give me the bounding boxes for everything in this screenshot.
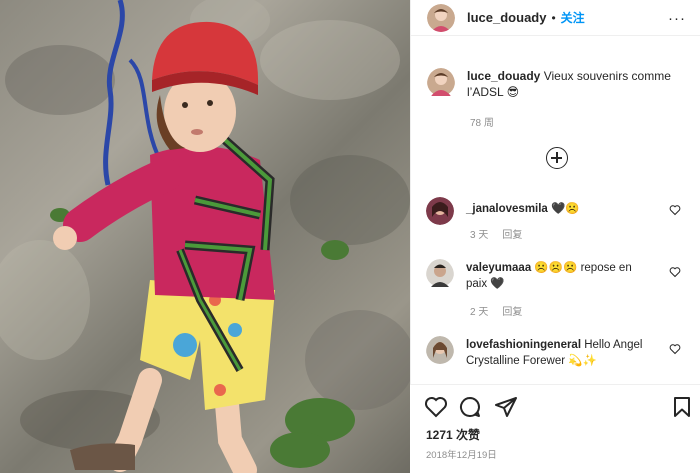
photo-illustration (0, 0, 410, 473)
post-photo[interactable] (0, 0, 410, 473)
heart-icon[interactable] (424, 395, 448, 419)
shorts (140, 280, 275, 410)
comment-text: 🖤☹️ (551, 203, 580, 215)
share-icon[interactable] (494, 395, 518, 419)
likes-count[interactable]: 1271 次赞 (426, 426, 480, 443)
comment-meta: 2 天 回复 (470, 303, 522, 318)
separator: • (551, 10, 556, 25)
commenter-avatar[interactable] (426, 197, 454, 225)
author-username[interactable]: luce_douady (467, 10, 546, 25)
post-header: luce_douady • 关注 ··· (411, 0, 700, 36)
comment-username[interactable]: _janalovesmila (466, 203, 548, 215)
post-actions: 1271 次赞 2018年12月19日 (410, 384, 700, 473)
comment-text-block: _janalovesmila 🖤☹️ (466, 201, 646, 225)
heart-icon[interactable] (669, 343, 681, 355)
caption-avatar[interactable] (427, 68, 455, 100)
comment-text-block: lovefashioningeneral Hello Angel Crystal… (466, 337, 646, 369)
comment-item: _janalovesmila 🖤☹️ (426, 197, 686, 225)
comment-icon[interactable] (458, 395, 482, 419)
reply-button[interactable]: 回复 (502, 303, 522, 318)
heart-icon[interactable] (669, 204, 681, 216)
author-avatar[interactable] (427, 3, 455, 32)
comment-text-block: valeyumaaa ☹️☹️☹️ repose en paix 🖤 (466, 260, 646, 292)
comment-item: valeyumaaa ☹️☹️☹️ repose en paix 🖤 (426, 259, 686, 292)
heart-icon[interactable] (669, 266, 681, 278)
commenter-avatar[interactable] (426, 336, 454, 369)
comment-username[interactable]: valeyumaaa (466, 262, 531, 274)
plus-circle-icon[interactable] (546, 147, 568, 169)
caption-username[interactable]: luce_douady (467, 69, 540, 83)
follow-button[interactable]: 关注 (561, 9, 585, 26)
post-caption: luce_douady Vieux souvenirs comme l’ADSL… (427, 68, 677, 100)
commenter-avatar[interactable] (426, 259, 454, 292)
reply-button[interactable]: 回复 (502, 226, 522, 241)
comment-time[interactable]: 3 天 (470, 226, 488, 241)
comment-username[interactable]: lovefashioningeneral (466, 339, 581, 351)
more-icon[interactable]: ··· (668, 10, 686, 27)
comment-time[interactable]: 2 天 (470, 303, 488, 318)
caption-time[interactable]: 78 周 (470, 114, 494, 129)
comment-meta: 3 天 回复 (470, 226, 522, 241)
rope (103, 0, 125, 186)
bookmark-icon[interactable] (670, 395, 694, 419)
post-date: 2018年12月19日 (426, 450, 497, 461)
caption-text-block: luce_douady Vieux souvenirs comme l’ADSL… (467, 68, 677, 100)
comment-item: lovefashioningeneral Hello Angel Crystal… (426, 336, 686, 369)
